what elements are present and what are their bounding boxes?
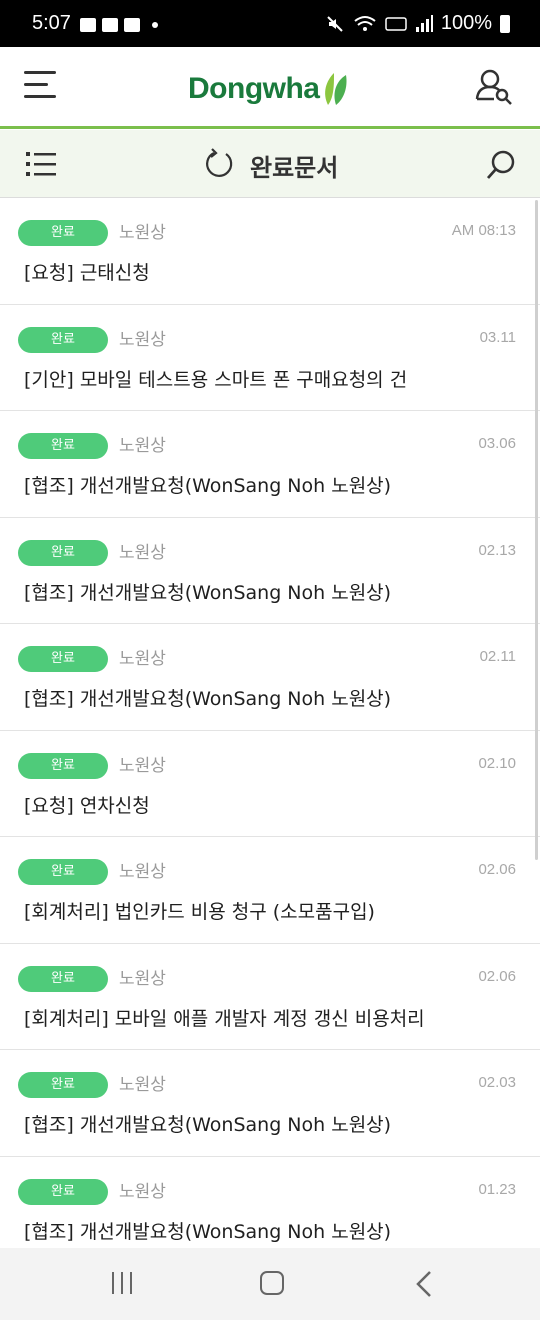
status-badge: 완료 bbox=[18, 433, 108, 459]
status-bar: 5:07 100% bbox=[0, 0, 540, 47]
list-item[interactable]: 완료 노원상 02.06 [회계처리] 법인카드 비용 청구 (소모품구입) bbox=[0, 837, 540, 944]
menu-line bbox=[24, 83, 48, 86]
author-name: 노원상 bbox=[119, 436, 166, 456]
document-title: [기안] 모바일 테스트용 스마트 폰 구매요청의 건 bbox=[24, 368, 408, 391]
list-item[interactable]: 완료 노원상 02.13 [협조] 개선개발요청(WonSang Noh 노원상… bbox=[0, 517, 540, 624]
author-name: 노원상 bbox=[119, 862, 166, 882]
status-badge: 완료 bbox=[18, 1072, 108, 1098]
author-name: 노원상 bbox=[119, 968, 166, 989]
document-title: [협조] 개선개발요청(WonSang Noh 노원상) bbox=[24, 688, 392, 710]
list-item[interactable]: 완료 노원상 03.06 [협조] 개선개발요청(WonSang Noh 노원상… bbox=[0, 411, 540, 518]
document-title: [요청] 근태신청 bbox=[24, 262, 150, 284]
recent-line bbox=[112, 1272, 114, 1294]
document-date: 03.06 bbox=[478, 435, 516, 452]
gallery-icon bbox=[80, 18, 96, 32]
document-title: [협조] 개선개발요청(WonSang Noh 노원상) bbox=[24, 581, 392, 604]
document-date: 02.06 bbox=[478, 967, 516, 985]
menu-line bbox=[24, 95, 56, 98]
mail-icon bbox=[102, 18, 118, 32]
hd-voice-icon bbox=[385, 16, 407, 31]
status-badge: 완료 bbox=[18, 1178, 108, 1205]
battery-percent: 100% bbox=[440, 12, 492, 34]
list-toolbar: 완료문서 bbox=[0, 130, 540, 198]
leaf-icon bbox=[324, 73, 347, 105]
author-name: 노원상 bbox=[119, 1075, 166, 1095]
document-date: 01.23 bbox=[478, 1180, 516, 1198]
list-item[interactable]: 완료 노원상 02.10 [요청] 연차신청 bbox=[0, 730, 540, 837]
notification-icons bbox=[80, 16, 158, 34]
recent-line bbox=[130, 1272, 132, 1294]
document-date: 03.11 bbox=[479, 328, 516, 346]
document-title: [협조] 개선개발요청(WonSang Noh 노원상) bbox=[24, 475, 392, 497]
dongwha-logo[interactable]: Dongwha bbox=[188, 71, 350, 107]
home-button[interactable] bbox=[260, 1271, 284, 1295]
recent-apps-button[interactable] bbox=[110, 1272, 136, 1296]
status-badge: 완료 bbox=[18, 965, 108, 992]
status-badge: 완료 bbox=[18, 752, 108, 779]
document-title: [회계처리] 법인카드 비용 청구 (소모품구입) bbox=[24, 901, 375, 923]
author-name: 노원상 bbox=[119, 329, 166, 350]
app-header: Dongwha bbox=[0, 47, 540, 129]
list-item[interactable]: 완료 노원상 AM 08:13 [요청] 근태신청 bbox=[0, 198, 540, 305]
page-title: 완료문서 bbox=[250, 154, 339, 182]
document-date: 02.06 bbox=[478, 861, 516, 878]
document-title: [회계처리] 모바일 애플 개발자 계정 갱신 비용처리 bbox=[24, 1007, 425, 1030]
document-date: 02.11 bbox=[479, 648, 516, 665]
back-button[interactable] bbox=[414, 1270, 434, 1298]
search-button[interactable] bbox=[486, 150, 516, 180]
menu-button[interactable] bbox=[24, 71, 56, 103]
status-badge: 완료 bbox=[18, 326, 108, 353]
list-view-button[interactable] bbox=[26, 150, 56, 178]
menu-line bbox=[24, 71, 56, 74]
document-date: 02.13 bbox=[478, 541, 516, 559]
wifi-icon bbox=[354, 15, 376, 31]
status-badge: 완료 bbox=[18, 539, 108, 566]
refresh-button[interactable] bbox=[204, 148, 236, 180]
document-date: 02.03 bbox=[478, 1074, 516, 1091]
status-time: 5:07 bbox=[32, 12, 71, 34]
system-icons: 100% bbox=[325, 12, 510, 35]
status-badge: 완료 bbox=[18, 859, 108, 885]
recent-line bbox=[121, 1272, 123, 1294]
list-item[interactable]: 완료 노원상 02.03 [협조] 개선개발요청(WonSang Noh 노원상… bbox=[0, 1050, 540, 1157]
document-date: 02.10 bbox=[478, 754, 516, 772]
author-name: 노원상 bbox=[119, 649, 166, 669]
note-icon bbox=[124, 18, 140, 32]
logo-text: Dongwha bbox=[188, 72, 320, 105]
battery-icon bbox=[500, 14, 510, 33]
list-item[interactable]: 완료 노원상 02.06 [회계처리] 모바일 애플 개발자 계정 갱신 비용처… bbox=[0, 943, 540, 1050]
document-list: 완료 노원상 AM 08:13 [요청] 근태신청 완료 노원상 03.11 [… bbox=[0, 198, 540, 1248]
user-search-button[interactable] bbox=[474, 67, 514, 107]
signal-icon bbox=[415, 14, 433, 32]
list-scrollbar[interactable] bbox=[535, 200, 538, 860]
list-item[interactable]: 완료 노원상 02.11 [협조] 개선개발요청(WonSang Noh 노원상… bbox=[0, 624, 540, 731]
more-notifications-icon bbox=[152, 22, 158, 28]
document-title: [요청] 연차신청 bbox=[24, 794, 150, 817]
author-name: 노원상 bbox=[119, 755, 166, 776]
document-date: AM 08:13 bbox=[451, 222, 516, 239]
status-badge: 완료 bbox=[18, 646, 108, 672]
list-item[interactable]: 완료 노원상 03.11 [기안] 모바일 테스트용 스마트 폰 구매요청의 건 bbox=[0, 304, 540, 411]
document-title: [협조] 개선개발요청(WonSang Noh 노원상) bbox=[24, 1220, 392, 1243]
status-badge: 완료 bbox=[18, 220, 108, 246]
mute-icon bbox=[327, 15, 343, 32]
author-name: 노원상 bbox=[119, 542, 166, 563]
list-item[interactable]: 완료 노원상 01.23 [협조] 개선개발요청(WonSang Noh 노원상… bbox=[0, 1156, 540, 1248]
author-name: 노원상 bbox=[119, 1181, 166, 1202]
author-name: 노원상 bbox=[119, 223, 166, 243]
system-nav-bar bbox=[0, 1248, 540, 1320]
document-title: [협조] 개선개발요청(WonSang Noh 노원상) bbox=[24, 1114, 392, 1136]
